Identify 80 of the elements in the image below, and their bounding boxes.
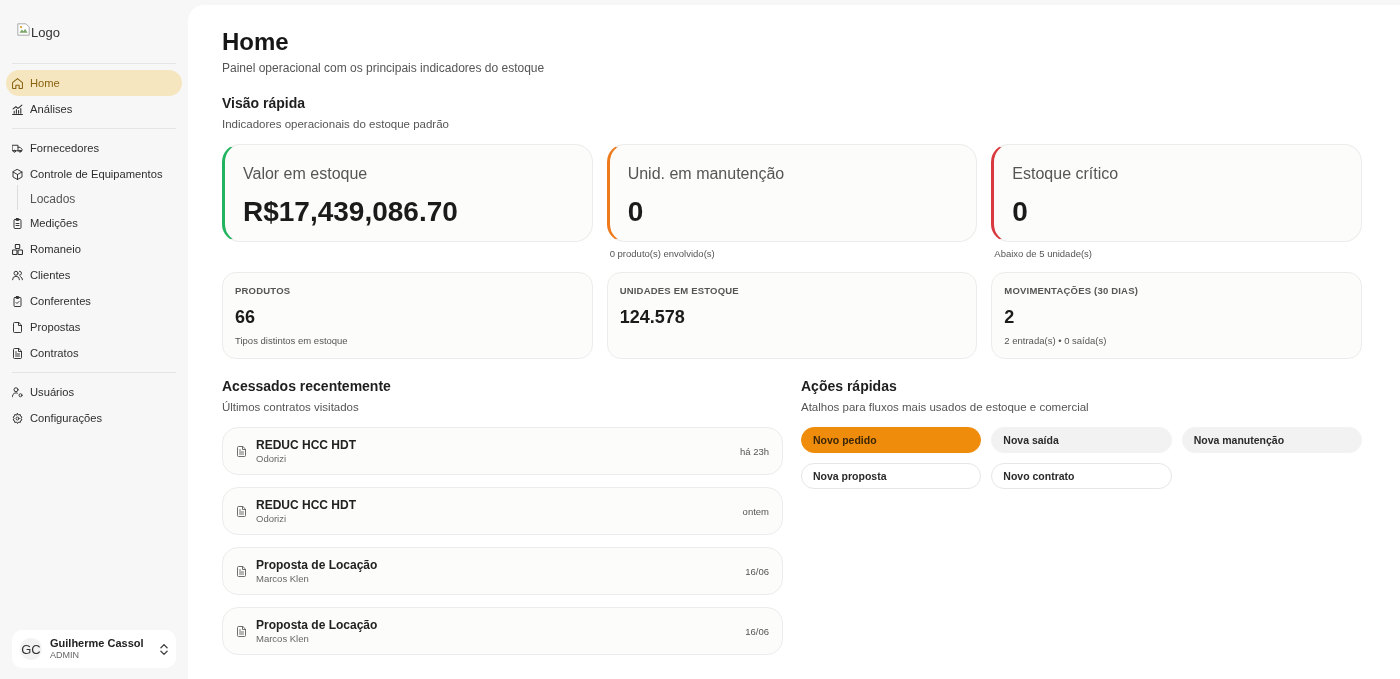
stat-label: MOVIMENTAÇÕES (30 DIAS)	[1004, 285, 1139, 297]
users-icon	[12, 269, 23, 281]
contract-client: Odorizi	[256, 452, 287, 465]
contract-title: REDUC HCC HDT	[256, 497, 356, 513]
quick-action-button[interactable]: Nova manutenção	[1181, 427, 1362, 453]
contract-title: Proposta de Locação	[256, 557, 378, 573]
sidebar-item[interactable]: Medições	[6, 210, 182, 236]
user-name: Guilherme Cassol	[50, 637, 144, 650]
sidebar-item[interactable]: Contratos	[6, 340, 182, 366]
stat-note: Tipos distintos em estoque	[235, 334, 348, 347]
kpi-label: Valor em estoque	[243, 164, 368, 184]
kpi-note: Abaixo de 5 unidade(s)	[994, 247, 1093, 261]
visited-time: há 23h	[739, 445, 769, 457]
stat-value: 2	[1004, 306, 1015, 328]
sidebar-item[interactable]: Home	[6, 70, 182, 96]
clipboard-icon	[12, 217, 23, 229]
recent-contract-item[interactable]: REDUC HCC HDT Odorizi há 23h	[222, 427, 783, 475]
sidebar-item[interactable]: Clientes	[6, 262, 182, 288]
truck-icon	[12, 142, 23, 154]
recent-contract-item[interactable]: Proposta de Locação Marcos Klen 16/06	[222, 607, 783, 655]
section-subtitle: Últimos contratos visitados	[222, 400, 360, 415]
boxes-icon	[12, 243, 23, 255]
kpi-value: 0	[627, 195, 644, 229]
sidebar-item[interactable]: Análises	[6, 96, 182, 122]
sidebar-item[interactable]: Fornecedores	[6, 135, 182, 161]
chevron-up-down-icon	[160, 643, 168, 655]
quick-action-button[interactable]: Novo contrato	[991, 463, 1172, 489]
recent-contract-item[interactable]: Proposta de Locação Marcos Klen 16/06	[222, 547, 783, 595]
stat-value: 66	[235, 306, 256, 328]
kpi-label: Estoque crítico	[1012, 164, 1119, 184]
quick-action-button[interactable]: Novo pedido	[801, 427, 982, 453]
contract-client: Marcos Klen	[256, 632, 309, 645]
user-avatar: GC	[20, 638, 42, 660]
broken-image-icon	[17, 23, 30, 36]
kpi-value: 0	[1012, 195, 1028, 229]
visited-time: 16/06	[745, 565, 769, 577]
kpi-note: 0 produto(s) envolvido(s)	[609, 247, 715, 261]
page-subtitle: Painel operacional com os principais indicadores do estoque	[222, 60, 546, 76]
home-icon	[12, 77, 23, 89]
stat-note: 2 entrada(s) • 0 saída(s)	[1004, 334, 1107, 347]
quick-action-button[interactable]: Nova saída	[991, 427, 1172, 453]
section-title: Ações rápidas	[801, 377, 898, 395]
document-icon	[12, 347, 23, 359]
visited-time: 16/06	[745, 625, 769, 637]
clipboard-check-icon	[12, 295, 23, 307]
settings-icon	[12, 412, 23, 424]
file-icon	[12, 321, 23, 333]
document-icon	[236, 505, 247, 517]
contract-client: Odorizi	[256, 512, 287, 525]
user-role: ADMIN	[50, 650, 79, 661]
visited-time: ontem	[742, 505, 769, 517]
section-title: Acessados recentemente	[222, 377, 392, 395]
contract-title: REDUC HCC HDT	[256, 437, 356, 453]
section-subtitle: Indicadores operacionais do estoque padrão	[222, 117, 450, 132]
sidebar-item[interactable]: Propostas	[6, 314, 182, 340]
section-title: Visão rápida	[222, 94, 306, 112]
kpi-value: R$17,439,086.70	[243, 195, 458, 229]
sidebar-item[interactable]: Conferentes	[6, 288, 182, 314]
sidebar-item[interactable]: Usuários	[6, 379, 182, 405]
sidebar-item[interactable]: Controle de Equipamentos	[6, 161, 182, 187]
contract-title: Proposta de Locação	[256, 617, 378, 633]
document-icon	[236, 625, 247, 637]
recent-contract-item[interactable]: REDUC HCC HDT Odorizi ontem	[222, 487, 783, 535]
stat-label: PRODUTOS	[235, 285, 291, 297]
document-icon	[236, 445, 247, 457]
stat-label: UNIDADES EM ESTOQUE	[619, 285, 739, 297]
sidebar-item[interactable]: Romaneio	[6, 236, 182, 262]
sidebar-subitem[interactable]: Locados	[18, 188, 182, 210]
chart-icon	[12, 103, 23, 115]
quick-action-button[interactable]: Nova proposta	[801, 463, 982, 489]
stat-value: 124.578	[619, 306, 685, 328]
page-title: Home	[222, 27, 290, 57]
section-subtitle: Atalhos para fluxos mais usados de estoque e comercial	[801, 400, 1090, 415]
kpi-label: Unid. em manutenção	[627, 164, 785, 184]
document-icon	[236, 565, 247, 577]
logo-alt-text: Logo	[31, 24, 60, 40]
sidebar-item[interactable]: Configurações	[6, 405, 182, 431]
box-icon	[12, 168, 23, 180]
user-icon	[12, 386, 23, 398]
contract-client: Marcos Klen	[256, 572, 309, 585]
